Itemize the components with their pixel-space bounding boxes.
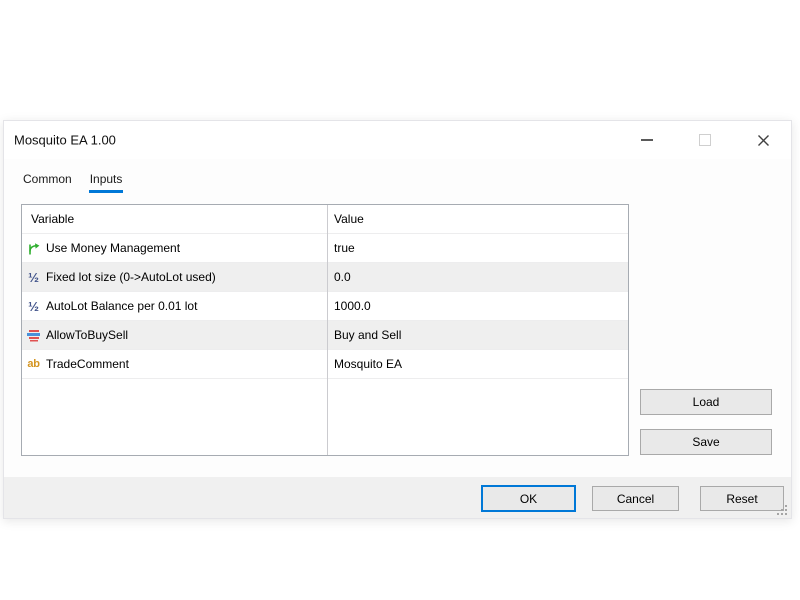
ok-button[interactable]: OK xyxy=(481,485,576,512)
one-half-icon: ½ xyxy=(28,298,39,314)
table-header-row: Variable Value xyxy=(22,205,628,234)
save-button[interactable]: Save xyxy=(640,429,772,455)
column-header-value[interactable]: Value xyxy=(328,212,628,226)
variable-name: Fixed lot size (0->AutoLot used) xyxy=(46,270,216,284)
param-type-icon: ½ xyxy=(25,270,42,285)
tab-common[interactable]: Common xyxy=(22,172,73,193)
tab-strip: Common Inputs xyxy=(22,172,124,193)
load-button[interactable]: Load xyxy=(640,389,772,415)
inputs-table: Variable Value Use Money Management true… xyxy=(21,204,629,456)
ea-settings-dialog: Mosquito EA 1.00 Common Inputs Variable … xyxy=(3,120,792,519)
branch-arrow-icon xyxy=(26,241,41,256)
resize-grip-icon xyxy=(777,505,787,515)
resize-grip[interactable] xyxy=(776,503,788,515)
window-controls xyxy=(612,121,786,159)
tab-inputs[interactable]: Inputs xyxy=(88,172,124,193)
param-type-icon xyxy=(25,328,42,343)
dialog-client-area: Common Inputs Variable Value Use Money M… xyxy=(4,159,791,477)
cancel-button[interactable]: Cancel xyxy=(592,486,679,511)
column-divider[interactable] xyxy=(327,205,328,455)
variable-name: AutoLot Balance per 0.01 lot xyxy=(46,299,198,313)
param-type-icon xyxy=(25,241,42,256)
maximize-button[interactable] xyxy=(682,121,728,159)
variable-name: Use Money Management xyxy=(46,241,181,255)
param-type-icon: ½ xyxy=(25,299,42,314)
table-body: Use Money Management true ½ Fixed lot si… xyxy=(22,234,628,379)
variable-name: TradeComment xyxy=(46,357,129,371)
variable-value: true xyxy=(334,241,355,255)
minimize-icon xyxy=(641,139,653,141)
table-row[interactable]: Use Money Management true xyxy=(22,234,628,263)
stacked-bars-icon xyxy=(26,328,41,343)
table-row[interactable]: AllowToBuySell Buy and Sell xyxy=(22,321,628,350)
table-row[interactable]: ½ Fixed lot size (0->AutoLot used) 0.0 xyxy=(22,263,628,292)
titlebar: Mosquito EA 1.00 xyxy=(4,121,791,159)
variable-value: Buy and Sell xyxy=(334,328,402,342)
close-button[interactable] xyxy=(740,121,786,159)
reset-button[interactable]: Reset xyxy=(700,486,784,511)
maximize-icon xyxy=(699,134,711,146)
table-row[interactable]: ab TradeComment Mosquito EA xyxy=(22,350,628,379)
variable-value: Mosquito EA xyxy=(334,357,403,371)
table-row[interactable]: ½ AutoLot Balance per 0.01 lot 1000.0 xyxy=(22,292,628,321)
one-half-icon: ½ xyxy=(28,269,39,285)
footer-bar: OK Cancel Reset xyxy=(4,477,791,518)
close-icon xyxy=(757,134,769,146)
variable-value: 0.0 xyxy=(334,270,351,284)
ab-icon: ab xyxy=(27,358,40,370)
param-type-icon: ab xyxy=(25,358,42,370)
column-header-variable[interactable]: Variable xyxy=(22,205,328,233)
window-title: Mosquito EA 1.00 xyxy=(14,132,116,148)
variable-value: 1000.0 xyxy=(334,299,371,313)
variable-name: AllowToBuySell xyxy=(46,328,129,342)
minimize-button[interactable] xyxy=(624,121,670,159)
